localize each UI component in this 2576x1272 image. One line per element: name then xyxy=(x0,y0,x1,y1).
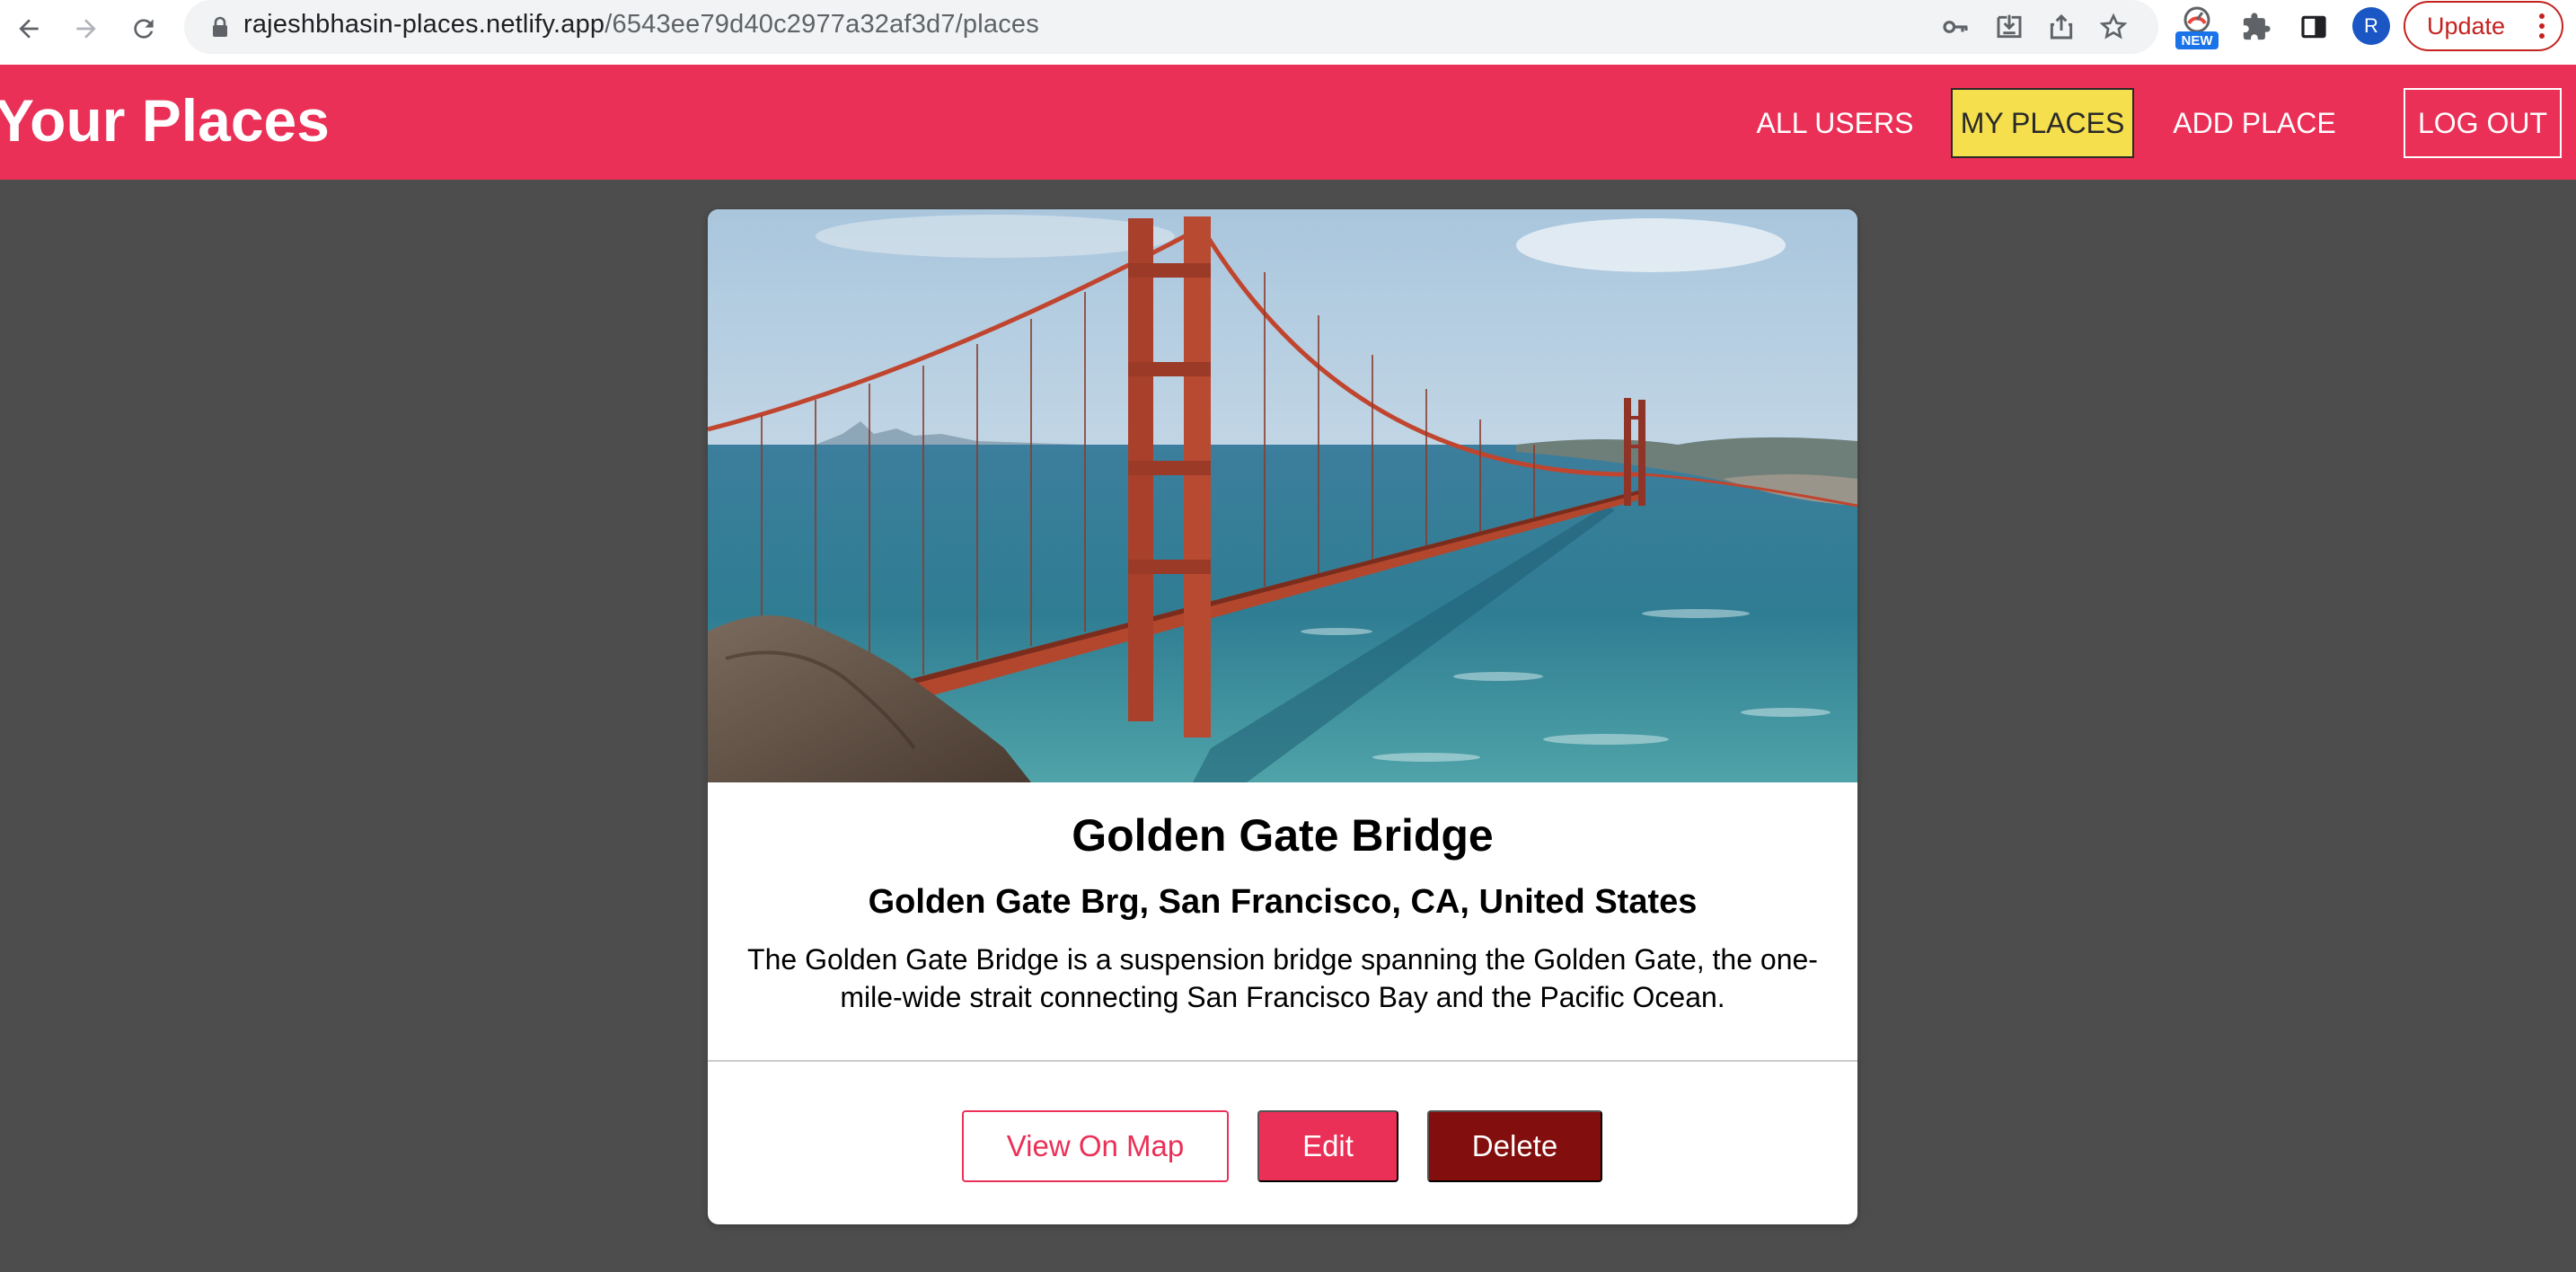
address-bar[interactable]: rajeshbhasin-places.netlify.app/6543ee79… xyxy=(184,0,2158,54)
star-icon[interactable] xyxy=(2095,9,2131,45)
nav-log-out[interactable]: LOG OUT xyxy=(2404,88,2562,158)
reload-button[interactable] xyxy=(120,5,167,52)
place-description: The Golden Gate Bridge is a suspension b… xyxy=(747,943,1818,1013)
extensions-icon[interactable] xyxy=(2236,7,2276,47)
card-divider xyxy=(708,1060,1857,1062)
sidepanel-icon[interactable] xyxy=(2294,7,2333,47)
extension-new-badge: NEW xyxy=(2181,32,2213,49)
brand-title[interactable]: Your Places xyxy=(0,86,330,155)
browser-toolbar: rajeshbhasin-places.netlify.app/6543ee79… xyxy=(0,0,2576,65)
extension-new-icon[interactable]: NEW xyxy=(2170,2,2224,52)
forward-button[interactable] xyxy=(63,5,110,52)
update-label: Update xyxy=(2427,12,2506,40)
place-address: Golden Gate Brg, San Francisco, CA, Unit… xyxy=(868,883,1698,921)
back-icon xyxy=(19,19,39,39)
update-button[interactable]: Update xyxy=(2404,1,2563,51)
nav-all-users[interactable]: ALL USERS xyxy=(1742,88,1928,158)
forward-icon xyxy=(76,19,96,39)
back-button[interactable] xyxy=(5,5,52,52)
url-path: /6543ee79d40c2977a32af3d7/places xyxy=(604,10,1039,39)
app-header: Your Places ALL USERS MY PLACES ADD PLAC… xyxy=(0,65,2576,180)
reload-icon xyxy=(134,19,154,39)
nav-my-places[interactable]: MY PLACES xyxy=(1951,88,2134,158)
url-host: rajeshbhasin-places.netlify.app xyxy=(243,10,605,39)
place-card: Golden Gate Bridge Golden Gate Brg, San … xyxy=(708,209,1857,1224)
delete-button[interactable]: Delete xyxy=(1427,1110,1602,1182)
menu-dots-icon xyxy=(2538,12,2545,47)
view-on-map-button[interactable]: View On Map xyxy=(962,1110,1229,1182)
share-icon[interactable] xyxy=(2043,9,2079,45)
profile-avatar[interactable]: R xyxy=(2352,7,2390,45)
key-icon[interactable] xyxy=(1937,9,1973,45)
nav-add-place[interactable]: ADD PLACE xyxy=(2165,88,2344,158)
place-image xyxy=(708,209,1857,782)
edit-button[interactable]: Edit xyxy=(1257,1110,1398,1182)
install-icon[interactable] xyxy=(1991,9,2027,45)
lock-icon xyxy=(211,16,229,42)
url-text: rajeshbhasin-places.netlify.app/6543ee79… xyxy=(243,10,1039,40)
place-title: Golden Gate Bridge xyxy=(1072,810,1494,861)
